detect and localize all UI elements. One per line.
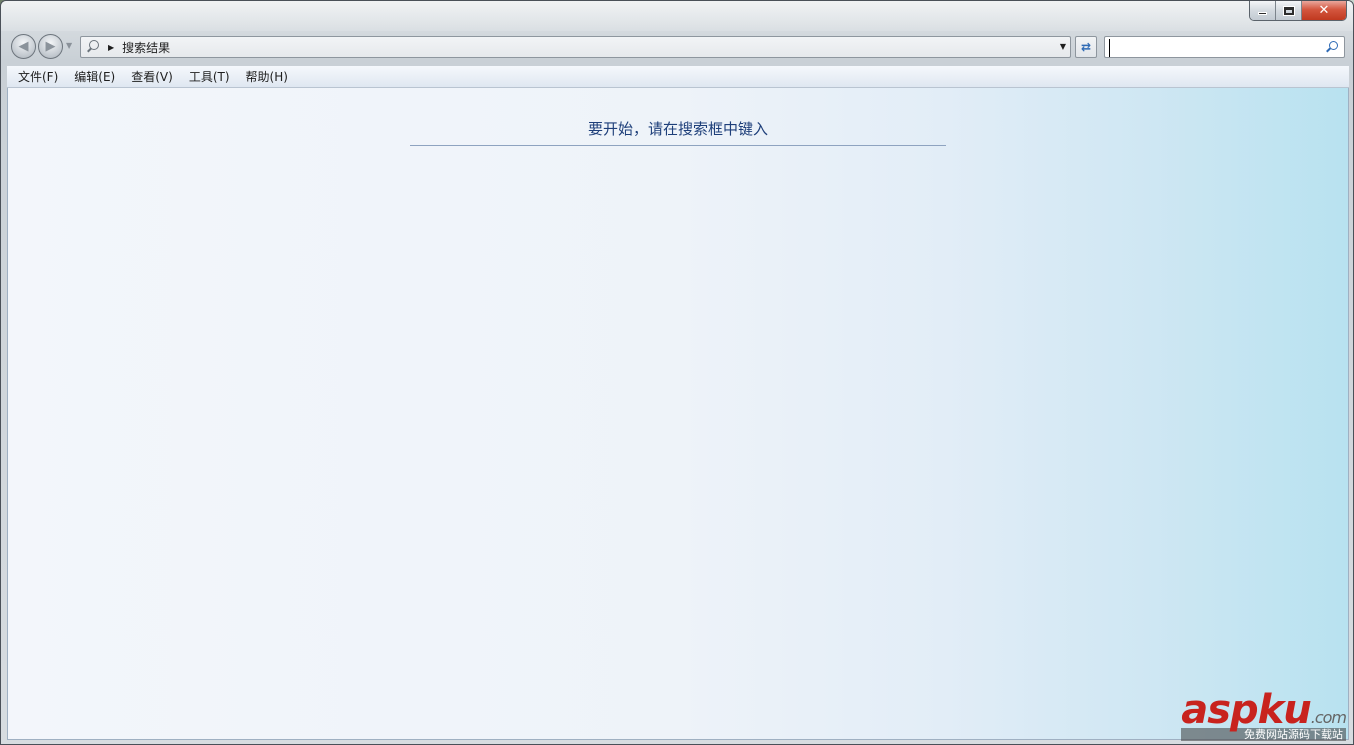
forward-button[interactable]: ▶	[38, 34, 63, 59]
maximize-button[interactable]	[1276, 1, 1302, 20]
menu-edit[interactable]: 编辑(E)	[69, 66, 120, 87]
menu-view[interactable]: 查看(V)	[126, 66, 178, 87]
breadcrumb-chevron-icon[interactable]: ▶	[108, 43, 114, 52]
back-arrow-icon: ◀	[18, 39, 29, 54]
close-icon: ✕	[1318, 3, 1330, 18]
search-input[interactable]	[1109, 39, 1319, 57]
watermark-logo: aspku.com 免费网站源码下载站	[1181, 687, 1347, 741]
menu-file[interactable]: 文件(F)	[13, 66, 63, 87]
close-button[interactable]: ✕	[1302, 1, 1346, 20]
watermark-logo-text: aspku.com	[1181, 687, 1347, 733]
menu-bar: 文件(F) 编辑(E) 查看(V) 工具(T) 帮助(H)	[7, 66, 1349, 88]
back-button[interactable]: ◀	[11, 34, 36, 59]
content-pane: 要开始，请在搜索框中键入	[7, 88, 1349, 740]
minimize-button[interactable]	[1250, 1, 1276, 20]
explorer-window: ✕ ◀ ▶ ▼ ▶ 搜索结果 ▼ ⇄ 文件(F) 编辑(E) 查看(V) 工具(…	[0, 0, 1354, 745]
search-icon	[84, 38, 102, 56]
menu-help[interactable]: 帮助(H)	[241, 66, 293, 87]
address-bar[interactable]: ▶ 搜索结果 ▼	[80, 36, 1071, 58]
refresh-button[interactable]: ⇄	[1075, 36, 1097, 58]
refresh-icon: ⇄	[1080, 40, 1092, 54]
forward-arrow-icon: ▶	[45, 39, 56, 54]
breadcrumb-search-results[interactable]: 搜索结果	[122, 39, 170, 56]
search-hint-text: 要开始，请在搜索框中键入	[410, 118, 946, 146]
navigation-bar: ◀ ▶ ▼ ▶ 搜索结果 ▼ ⇄	[7, 32, 1349, 60]
title-bar	[1, 1, 1353, 31]
minimize-icon	[1258, 12, 1267, 15]
window-controls: ✕	[1249, 1, 1347, 21]
search-box[interactable]	[1104, 36, 1345, 58]
recent-pages-dropdown-icon[interactable]: ▼	[66, 41, 72, 50]
search-icon[interactable]	[1325, 40, 1339, 54]
menu-tools[interactable]: 工具(T)	[184, 66, 235, 87]
address-dropdown-icon[interactable]: ▼	[1060, 42, 1066, 51]
maximize-icon	[1282, 5, 1295, 16]
